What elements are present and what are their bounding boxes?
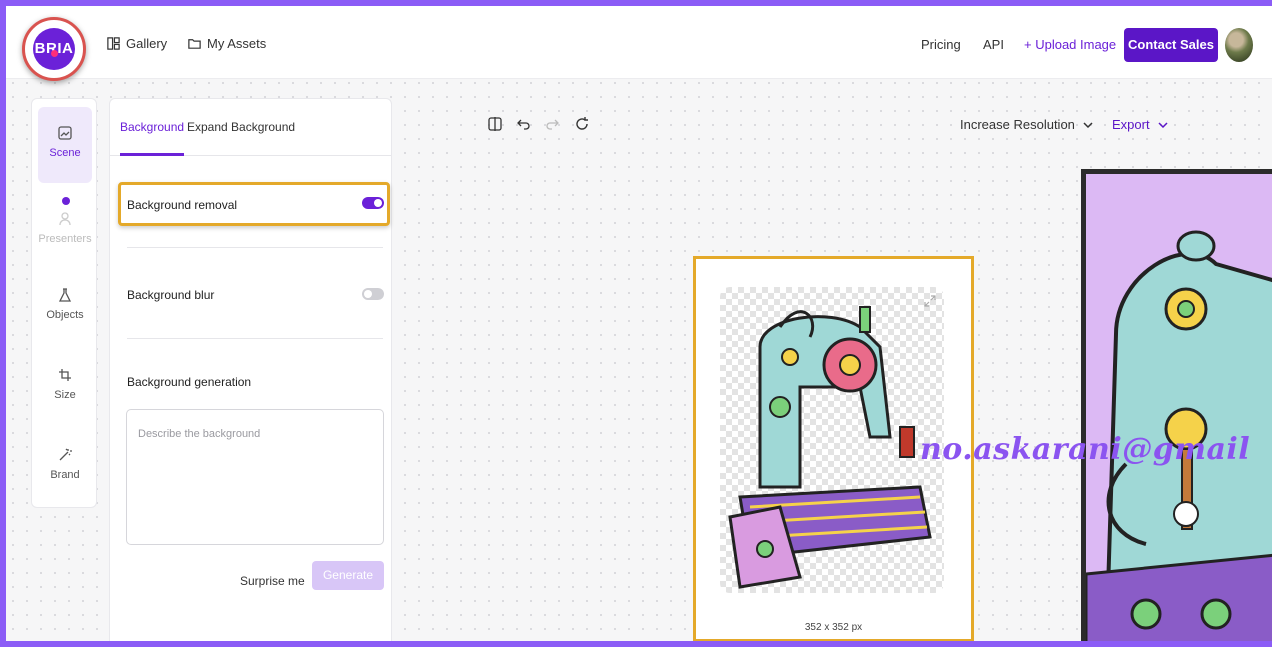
toggle-knob bbox=[364, 290, 372, 298]
magic-wand-icon bbox=[59, 448, 72, 461]
image-icon bbox=[58, 126, 72, 140]
rail-item-scene[interactable]: Scene bbox=[38, 107, 92, 183]
gallery-icon bbox=[107, 37, 120, 50]
background-description-input[interactable]: Describe the background bbox=[126, 409, 384, 545]
settings-panel: Background Expand Background Background … bbox=[109, 98, 392, 641]
rail-item-size[interactable]: Size bbox=[38, 367, 92, 417]
divider bbox=[127, 338, 383, 339]
increase-resolution-label: Increase Resolution bbox=[960, 117, 1075, 132]
rail-item-label: Objects bbox=[46, 309, 84, 321]
background-generation-label: Background generation bbox=[127, 375, 252, 389]
upload-image-link[interactable]: + Upload Image bbox=[1024, 37, 1116, 52]
chevron-down-icon bbox=[1083, 121, 1093, 128]
top-bar: BRIA Gallery My Assets Pricing API + Upl… bbox=[6, 6, 1272, 81]
zoomed-image-preview bbox=[1081, 169, 1272, 641]
nav-gallery-label: Gallery bbox=[126, 36, 168, 51]
undo-icon[interactable] bbox=[516, 116, 532, 132]
folder-icon bbox=[188, 39, 201, 49]
app-frame: BRIA Gallery My Assets Pricing API + Upl… bbox=[6, 6, 1272, 641]
sewing-machine-zoom-illustration bbox=[1086, 230, 1272, 641]
background-removal-label: Background removal bbox=[127, 198, 238, 212]
active-tab-indicator bbox=[120, 153, 184, 156]
rail-item-presenters[interactable]: Presenters bbox=[38, 211, 92, 261]
background-blur-toggle[interactable] bbox=[362, 288, 384, 300]
contact-sales-button[interactable]: Contact Sales bbox=[1124, 28, 1218, 62]
nav-my-assets[interactable]: My Assets bbox=[187, 36, 266, 51]
expand-icon[interactable] bbox=[924, 295, 936, 307]
chevron-down-icon bbox=[1158, 121, 1168, 128]
logo-dot bbox=[51, 50, 58, 57]
rail-item-objects[interactable]: Objects bbox=[38, 287, 92, 337]
nav-my-assets-label: My Assets bbox=[207, 36, 267, 51]
reset-icon[interactable] bbox=[574, 116, 590, 132]
tab-expand-background[interactable]: Expand Background bbox=[187, 120, 295, 134]
api-link[interactable]: API bbox=[983, 37, 1004, 52]
bria-logo[interactable]: BRIA bbox=[33, 28, 75, 70]
rail-item-label: Brand bbox=[50, 469, 80, 481]
crop-icon bbox=[59, 369, 71, 381]
toggle-knob bbox=[374, 199, 382, 207]
surprise-me-button[interactable]: Surprise me bbox=[240, 574, 305, 588]
export-menu[interactable]: Export bbox=[1112, 117, 1168, 132]
rail-item-label: Scene bbox=[49, 147, 81, 159]
avatar[interactable] bbox=[1225, 28, 1253, 62]
increase-resolution-menu[interactable]: Increase Resolution bbox=[960, 117, 1093, 132]
rail-item-brand[interactable]: Brand bbox=[38, 447, 92, 497]
nav-gallery[interactable]: Gallery bbox=[106, 36, 167, 51]
compare-icon[interactable] bbox=[487, 116, 503, 132]
redo-icon[interactable] bbox=[544, 116, 560, 132]
flask-icon bbox=[58, 288, 72, 302]
person-icon bbox=[59, 212, 71, 226]
divider bbox=[127, 247, 383, 248]
watermark-text: no.askarani@gmail bbox=[920, 432, 1251, 467]
logo-highlight: BRIA bbox=[22, 17, 86, 81]
background-blur-label: Background blur bbox=[127, 288, 215, 302]
generate-button[interactable]: Generate bbox=[312, 561, 384, 590]
pricing-link[interactable]: Pricing bbox=[921, 37, 961, 52]
rail-item-label: Size bbox=[54, 389, 76, 401]
presenters-badge bbox=[62, 197, 70, 205]
rail-item-label: Presenters bbox=[38, 233, 92, 245]
transparent-image-preview[interactable] bbox=[720, 287, 944, 593]
left-rail: Scene Presenters Objects Size Brand bbox=[31, 98, 97, 508]
background-removal-toggle[interactable] bbox=[362, 197, 384, 209]
export-label: Export bbox=[1112, 117, 1150, 132]
tab-background[interactable]: Background bbox=[120, 120, 184, 134]
sewing-machine-illustration bbox=[728, 306, 932, 589]
image-dimensions: 352 x 352 px bbox=[804, 622, 863, 633]
